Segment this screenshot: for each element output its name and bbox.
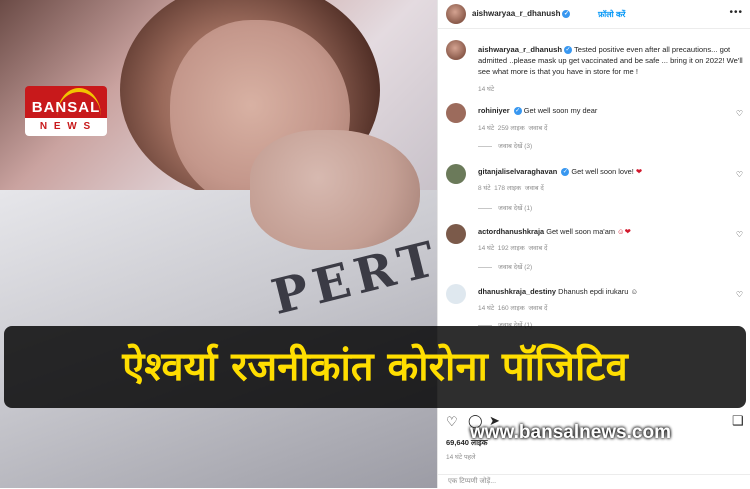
heart-icon[interactable]: ♡ [736, 109, 743, 118]
comment-avatar[interactable] [446, 103, 466, 123]
comment: actordhanushkraja Get well soon ma'am ☺❤ [478, 227, 631, 236]
more-icon[interactable]: ••• [729, 7, 743, 18]
photo-hand [250, 130, 420, 250]
headline-text: ऐश्वर्या रजनीकांत कोरोना पॉजिटिव [122, 344, 628, 390]
heart-icon[interactable]: ♡ [736, 290, 743, 299]
comment-meta: 8 घंटे 178 लाइक जवाब दें [478, 185, 544, 192]
comment-meta: 14 घंटे 160 लाइक जवाब दें [478, 305, 548, 312]
headline-banner: ऐश्वर्या रजनीकांत कोरोना पॉजिटिव [4, 326, 746, 408]
header-username[interactable]: aishwaryaa_r_dhanush ✓ [472, 9, 571, 18]
comment-avatar[interactable] [446, 224, 466, 244]
verified-icon: ✓ [561, 168, 570, 177]
instagram-panel: aishwaryaa_r_dhanush ✓ फ़ॉलो करें ••• ais… [437, 0, 750, 488]
comment-meta: 14 घंटे 259 लाइक जवाब दें [478, 125, 548, 132]
add-comment-input[interactable]: एक टिप्पणी जोड़ें... [438, 474, 750, 488]
comment-avatar[interactable] [446, 164, 466, 184]
comment-avatar[interactable] [446, 284, 466, 304]
caption: aishwaryaa_r_dhanush ✓ Tested positive ev… [478, 45, 743, 76]
heart-icon[interactable]: ♡ [446, 414, 458, 430]
website-url: www.bansalnews.com [470, 422, 671, 443]
comment: rohiniyer ✓ Get well soon my dear [478, 106, 598, 116]
caption-time: 14 घंटे [478, 86, 495, 93]
heart-icon[interactable]: ♡ [736, 230, 743, 239]
heart-icon[interactable]: ♡ [736, 170, 743, 179]
avatar[interactable] [446, 4, 466, 24]
comment-meta: 14 घंटे 192 लाइक जवाब दें [478, 245, 548, 252]
verified-icon: ✓ [513, 107, 522, 116]
post-time: 14 घंटे पहले [446, 454, 476, 461]
view-replies[interactable]: जवाब देखें (3) [478, 141, 532, 150]
comment: dhanushkraja_destiny Dhanush epdi irukar… [478, 287, 638, 296]
verified-icon: ✓ [562, 9, 571, 18]
view-replies[interactable]: जवाब देखें (2) [478, 262, 532, 271]
post-photo: PERTZ BANSAL N E W S [0, 0, 437, 488]
follow-button[interactable]: फ़ॉलो करें [598, 9, 625, 20]
view-replies[interactable]: जवाब देखें (1) [478, 203, 532, 212]
bookmark-icon[interactable]: ❑ [732, 413, 744, 429]
caption-avatar[interactable] [446, 40, 466, 60]
verified-icon: ✓ [564, 46, 572, 54]
post-header: aishwaryaa_r_dhanush ✓ फ़ॉलो करें ••• [438, 0, 750, 29]
comment: gitanjaliselvaraghavan ✓ Get well soon l… [478, 167, 643, 177]
bansal-news-logo: BANSAL N E W S [25, 86, 107, 136]
